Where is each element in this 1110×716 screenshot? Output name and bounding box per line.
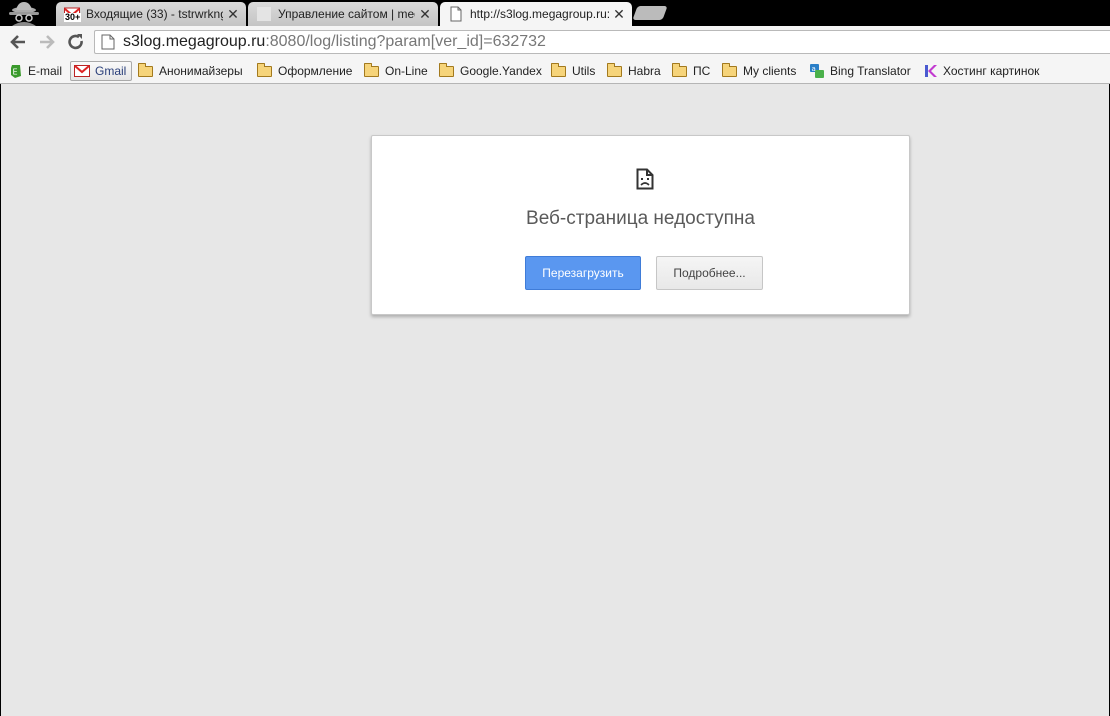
bookmark-image-hosting[interactable]: Хостинг картинок xyxy=(922,61,1039,81)
tab-badge: 30+ xyxy=(64,12,82,22)
folder-icon xyxy=(551,62,566,77)
close-icon[interactable]: ✕ xyxy=(418,6,432,23)
blank-page-icon xyxy=(256,6,272,22)
page-icon xyxy=(101,34,115,50)
page-icon xyxy=(448,6,464,22)
bookmark-folder-google-yandex[interactable]: Google.Yandex xyxy=(439,61,542,81)
address-bar[interactable]: s3log.megagroup.ru:8080/log/listing?para… xyxy=(94,30,1110,54)
bookmark-label: Google.Yandex xyxy=(460,64,542,78)
bookmark-label: Анонимайзеры xyxy=(159,64,243,78)
svg-text:E: E xyxy=(13,68,18,77)
folder-icon xyxy=(722,62,737,77)
gmail-icon: 30+ xyxy=(64,6,82,22)
translator-icon: a xyxy=(809,63,825,79)
bookmark-label: Utils xyxy=(572,64,596,78)
bookmarks-bar: E E-mail Gmail Анонимайзеры Оформление O… xyxy=(0,58,1110,84)
bookmark-label: My clients xyxy=(743,64,797,78)
reload-button[interactable]: Перезагрузить xyxy=(525,256,641,290)
forward-button[interactable] xyxy=(37,32,57,52)
bookmark-gmail[interactable]: Gmail xyxy=(70,61,132,81)
reload-toolbar-button[interactable] xyxy=(66,32,86,52)
folder-icon xyxy=(672,62,687,77)
folder-icon xyxy=(138,62,153,77)
error-title: Веб-страница недоступна xyxy=(526,208,755,229)
folder-icon xyxy=(607,62,622,77)
bookmark-label: Gmail xyxy=(95,64,127,78)
close-icon[interactable]: ✕ xyxy=(226,6,240,23)
arrow-right-icon xyxy=(40,35,55,49)
incognito-icon xyxy=(6,0,42,26)
bookmark-label: Хостинг картинок xyxy=(943,64,1040,78)
bookmark-folder-my-clients[interactable]: My clients xyxy=(722,61,796,81)
tab-title: Управление сайтом | mega xyxy=(278,7,415,21)
bookmark-folder-utils[interactable]: Utils xyxy=(551,61,595,81)
bookmark-label: E-mail xyxy=(28,64,63,78)
arrow-left-icon xyxy=(10,35,25,49)
bookmark-folder-online[interactable]: On-Line xyxy=(364,61,428,81)
bookmark-email[interactable]: E E-mail xyxy=(9,61,62,81)
sad-page-icon xyxy=(636,168,654,190)
tab-strip: 30+ Входящие (33) - tstrwrkng ✕ Управлен… xyxy=(0,0,1110,26)
url-path: :8080/log/listing?param[ver_id]=632732 xyxy=(265,33,546,50)
url-host: s3log.megagroup.ru xyxy=(123,33,266,50)
page-content: Веб-страница недоступна Перезагрузить По… xyxy=(1,84,1109,716)
evernote-icon: E xyxy=(9,63,23,79)
bookmark-folder-anonymizers[interactable]: Анонимайзеры xyxy=(138,61,243,81)
folder-icon xyxy=(257,62,272,77)
new-tab-button[interactable] xyxy=(632,6,668,20)
folder-icon xyxy=(364,62,379,77)
close-icon[interactable]: ✕ xyxy=(612,6,626,23)
bookmark-folder-design[interactable]: Оформление xyxy=(257,61,352,81)
gmail-icon xyxy=(74,63,90,79)
bookmark-bing-translator[interactable]: a Bing Translator xyxy=(809,61,911,81)
toolbar: s3log.megagroup.ru:8080/log/listing?para… xyxy=(0,26,1110,58)
bookmark-label: Оформление xyxy=(278,64,353,78)
bookmark-folder-ps[interactable]: ПС xyxy=(672,61,710,81)
bookmark-label: ПС xyxy=(693,64,711,78)
tab-inbox[interactable]: 30+ Входящие (33) - tstrwrkng ✕ xyxy=(56,2,246,26)
tab-title: http://s3log.megagroup.ru:8080 xyxy=(470,7,609,21)
bookmark-label: On-Line xyxy=(385,64,428,78)
tab-site-admin[interactable]: Управление сайтом | mega ✕ xyxy=(248,2,438,26)
reload-icon xyxy=(68,34,83,50)
folder-icon xyxy=(439,62,454,77)
back-button[interactable] xyxy=(8,32,28,52)
k-logo-icon xyxy=(922,63,938,79)
error-card: Веб-страница недоступна Перезагрузить По… xyxy=(371,135,910,315)
bookmark-label: Habra xyxy=(628,64,661,78)
tab-s3log[interactable]: http://s3log.megagroup.ru:8080 ✕ xyxy=(440,2,632,26)
details-button[interactable]: Подробнее... xyxy=(656,256,763,290)
svg-text:a: a xyxy=(812,65,816,73)
bookmark-folder-habra[interactable]: Habra xyxy=(607,61,661,81)
tab-title: Входящие (33) - tstrwrkng xyxy=(86,7,223,21)
bookmark-label: Bing Translator xyxy=(830,64,911,78)
